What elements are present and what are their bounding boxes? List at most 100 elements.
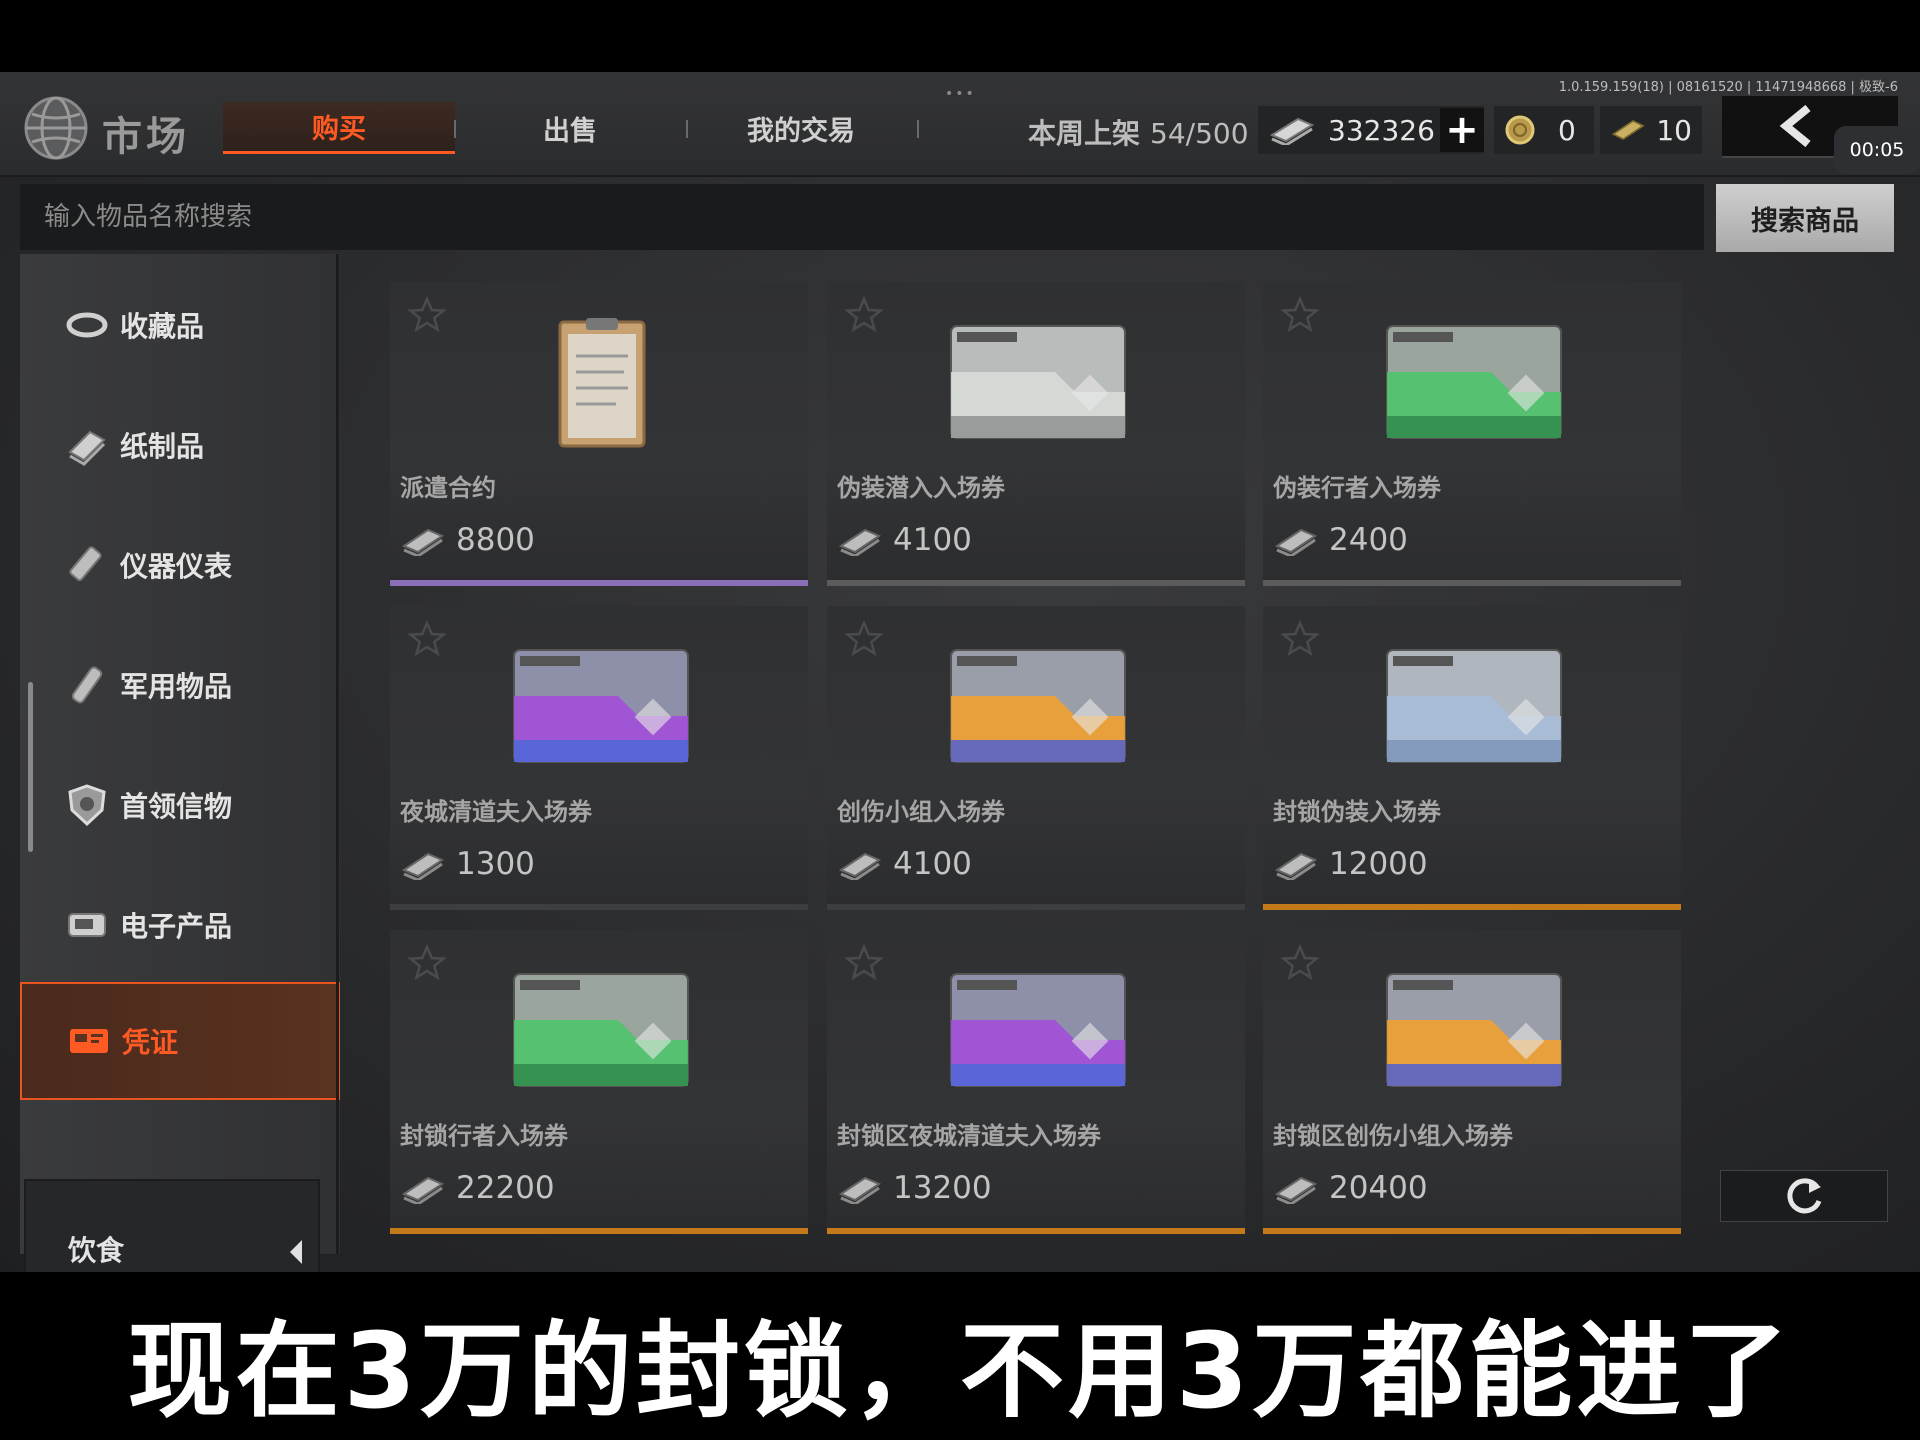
item-price: 8800 bbox=[456, 522, 535, 558]
favorite-star-icon[interactable] bbox=[845, 296, 883, 334]
rarity-bar bbox=[827, 904, 1245, 910]
collectible-ring-icon bbox=[66, 312, 108, 338]
sidebar-item-label: 军用物品 bbox=[120, 670, 233, 703]
game-screen: 1.0.159.159(18) | 08161520 | 11471948668… bbox=[0, 72, 1920, 1272]
item-thumbnail bbox=[513, 649, 689, 763]
top-bar: 1.0.159.159(18) | 08161520 | 11471948668… bbox=[0, 72, 1920, 177]
item-card[interactable]: 伪装潜入入场券 4100 bbox=[827, 282, 1245, 586]
cash-stack-icon bbox=[401, 528, 445, 556]
cash-stack-icon bbox=[1269, 117, 1315, 145]
sidebar-item-label: 饮食 bbox=[68, 1234, 125, 1267]
electronics-icon bbox=[68, 913, 106, 937]
item-name: 封锁行者入场券 bbox=[400, 1122, 568, 1150]
cash-stack-icon bbox=[838, 1176, 882, 1204]
weekly-value: 54/500 bbox=[1150, 117, 1249, 150]
market-globe-icon bbox=[24, 96, 88, 160]
item-thumbnail bbox=[513, 973, 689, 1087]
tab-divider bbox=[917, 120, 919, 138]
favorite-star-icon[interactable] bbox=[845, 944, 883, 982]
cash-stack-icon bbox=[838, 852, 882, 880]
sidebar-item-boss-tokens[interactable]: 首领信物 bbox=[20, 746, 340, 864]
item-name: 封锁区创伤小组入场券 bbox=[1273, 1122, 1513, 1150]
add-cash-button[interactable]: + bbox=[1440, 107, 1484, 153]
sidebar-item-paper[interactable]: 纸制品 bbox=[20, 386, 340, 504]
item-name: 伪装行者入场券 bbox=[1273, 474, 1441, 502]
favorite-star-icon[interactable] bbox=[408, 296, 446, 334]
item-price: 12000 bbox=[1329, 846, 1428, 882]
cash-stack-icon bbox=[1274, 528, 1318, 556]
rarity-bar bbox=[827, 580, 1245, 586]
item-name: 派遣合约 bbox=[400, 474, 496, 502]
favorite-star-icon[interactable] bbox=[408, 944, 446, 982]
item-thumbnail bbox=[950, 973, 1126, 1087]
item-card[interactable]: 伪装行者入场券 2400 bbox=[1263, 282, 1681, 586]
item-thumbnail bbox=[1386, 649, 1562, 763]
sidebar-item-label: 仪器仪表 bbox=[120, 550, 233, 583]
item-card[interactable]: 夜城清道夫入场券 1300 bbox=[390, 606, 808, 910]
gold-coin-icon bbox=[1505, 115, 1535, 145]
favorite-star-icon[interactable] bbox=[1281, 296, 1319, 334]
coin-amount: 0 bbox=[1558, 113, 1576, 147]
item-card[interactable]: 封锁行者入场券 22200 bbox=[390, 930, 808, 1234]
tab-buy[interactable]: 购买 bbox=[223, 102, 455, 154]
search-input[interactable] bbox=[20, 184, 1704, 250]
item-card[interactable]: 封锁区夜城清道夫入场券 13200 bbox=[827, 930, 1245, 1234]
sidebar-item-vouchers[interactable]: 凭证 bbox=[20, 982, 340, 1100]
sidebar-item-military[interactable]: 军用物品 bbox=[20, 626, 340, 744]
rarity-bar bbox=[390, 1228, 808, 1234]
video-subtitle: 现在3万的封锁，不用3万都能进了 bbox=[127, 1310, 1793, 1432]
sidebar-item-label: 首领信物 bbox=[120, 790, 233, 823]
rarity-bar bbox=[1263, 580, 1681, 586]
favorite-star-icon[interactable] bbox=[1281, 944, 1319, 982]
ticket-balance: 10 bbox=[1600, 106, 1702, 154]
voucher-card-icon bbox=[70, 1029, 108, 1053]
item-card[interactable]: 创伤小组入场券 4100 bbox=[827, 606, 1245, 910]
sidebar-item-label: 收藏品 bbox=[120, 310, 205, 343]
ticket-amount: 10 bbox=[1656, 113, 1692, 147]
rarity-bar bbox=[1263, 1228, 1681, 1234]
item-name: 夜城清道夫入场券 bbox=[400, 798, 592, 826]
item-card[interactable]: 封锁伪装入场券 12000 bbox=[1263, 606, 1681, 910]
item-thumbnail bbox=[558, 318, 646, 448]
item-thumbnail bbox=[950, 325, 1126, 439]
chevron-left-icon bbox=[290, 1240, 302, 1264]
search-button[interactable]: 搜索商品 bbox=[1716, 184, 1894, 252]
sidebar-item-food[interactable]: 饮食 bbox=[24, 1179, 320, 1272]
item-price: 13200 bbox=[893, 1170, 992, 1206]
coin-balance: 0 bbox=[1494, 106, 1594, 154]
sidebar-item-label: 纸制品 bbox=[120, 430, 205, 463]
item-thumbnail bbox=[1386, 325, 1562, 439]
cash-stack-icon bbox=[838, 528, 882, 556]
timer-badge: 00:05 bbox=[1834, 126, 1920, 174]
instrument-device-icon bbox=[69, 546, 102, 582]
item-price: 1300 bbox=[456, 846, 535, 882]
item-thumbnail bbox=[1386, 973, 1562, 1087]
item-card[interactable]: 封锁区创伤小组入场券 20400 bbox=[1263, 930, 1681, 1234]
tab-my-trades[interactable]: 我的交易 bbox=[685, 102, 917, 154]
sidebar-item-label: 电子产品 bbox=[120, 910, 233, 943]
cash-amount: 332326 bbox=[1328, 113, 1435, 147]
paper-book-icon bbox=[68, 430, 106, 466]
gold-ticket-icon bbox=[1611, 119, 1645, 141]
sidebar-divider bbox=[336, 254, 339, 1254]
rarity-bar bbox=[390, 904, 808, 910]
tab-sell[interactable]: 出售 bbox=[454, 102, 686, 154]
military-flashlight-icon bbox=[71, 666, 103, 704]
favorite-star-icon[interactable] bbox=[845, 620, 883, 658]
item-name: 创伤小组入场券 bbox=[837, 798, 1005, 826]
sidebar-item-collectibles[interactable]: 收藏品 bbox=[20, 266, 340, 384]
category-sidebar: 收藏品 纸制品 仪器仪表 军用物品 首领信物 电子产品 凭证 饮食 bbox=[20, 254, 340, 1272]
favorite-star-icon[interactable] bbox=[408, 620, 446, 658]
favorite-star-icon[interactable] bbox=[1281, 620, 1319, 658]
refresh-button[interactable] bbox=[1720, 1170, 1888, 1222]
item-name: 封锁区夜城清道夫入场券 bbox=[837, 1122, 1101, 1150]
sidebar-item-electronics[interactable]: 电子产品 bbox=[20, 866, 340, 984]
boss-badge-icon bbox=[68, 784, 106, 827]
sidebar-item-instruments[interactable]: 仪器仪表 bbox=[20, 506, 340, 624]
refresh-icon bbox=[1787, 1178, 1822, 1214]
cash-stack-icon bbox=[401, 852, 445, 880]
item-price: 22200 bbox=[456, 1170, 555, 1206]
weekly-listing-counter: 本周上架 54/500 bbox=[1028, 112, 1249, 152]
item-card[interactable]: 派遣合约 8800 bbox=[390, 282, 808, 586]
drag-handle-icon[interactable]: ••• bbox=[945, 86, 976, 102]
